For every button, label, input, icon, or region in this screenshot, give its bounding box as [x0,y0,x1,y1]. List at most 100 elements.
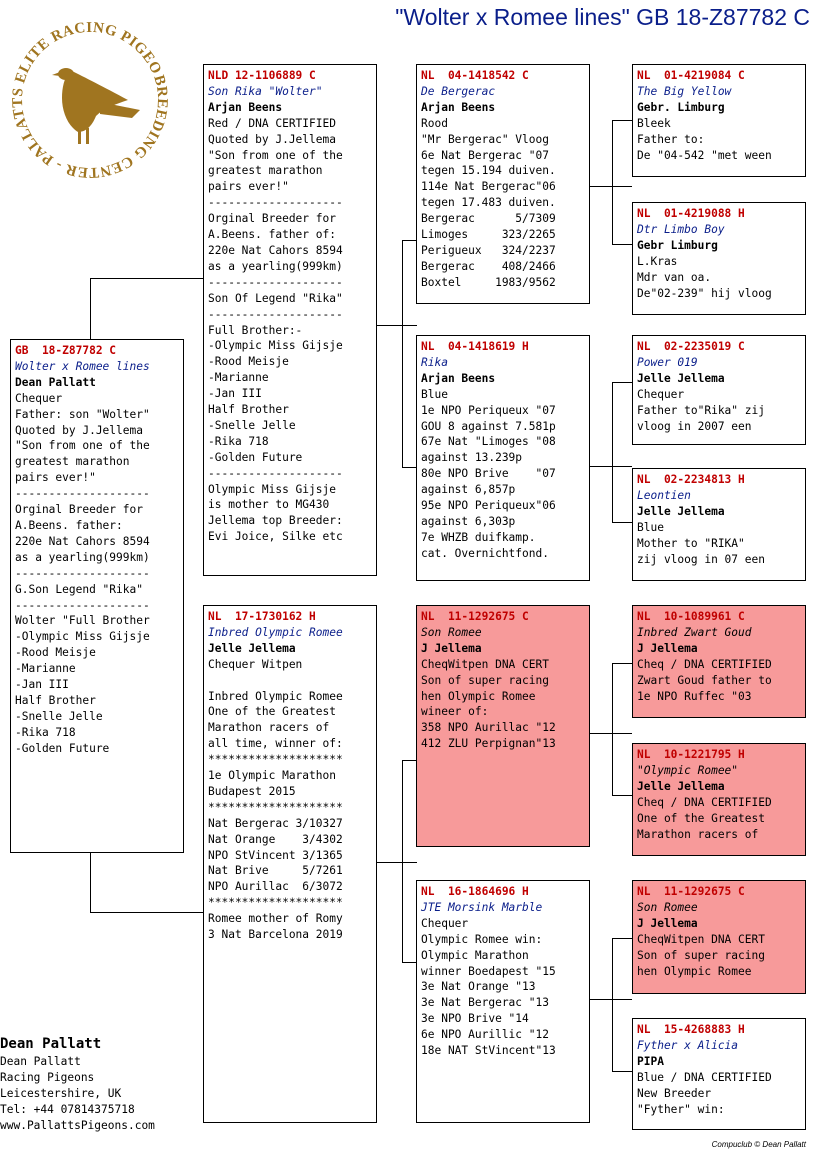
info-line: ******************** [208,753,343,767]
info-line: Cheq / DNA CERTIFIED [637,795,772,809]
info-line: 3e Nat Bergerac "13 [421,996,549,1010]
ring-number: NL 01-4219088 H [637,207,745,220]
breeder-name: Dean Pallatt [0,1036,102,1052]
ring-number: GB 18-Z87782 C [15,344,117,357]
info-line: winner Boedapest "15 [421,964,556,978]
connector [612,938,613,1072]
info-line: NPO Aurillac 6/3072 [208,880,343,894]
connector [612,382,613,523]
info-line: 358 NPO Aurillac "12 [421,721,556,735]
connector [589,186,632,187]
connector [612,382,632,383]
info-line: -Marianne [15,662,76,676]
info-line: Mother to "RIKA" [637,536,745,550]
connector [612,938,632,939]
info-line: pairs ever!" [15,471,96,485]
info-line: 6e NPO Aurillic "12 [421,1028,549,1042]
info-line: 95e NPO Periqueux"06 [421,499,556,513]
pigeon-card-dam-sire[interactable]: NL 11-1292675 C Son Romee J Jellema CheqWit… [416,605,590,847]
owner-name: J Jellema [637,916,698,930]
pigeon-name: Son Rika "Wolter" [208,84,323,98]
info-line: Half Brother [15,693,96,707]
owner-name: Dean Pallatt [15,375,96,389]
info-line: vloog in 2007 een [637,419,752,433]
pigeon-card-dam-dam-dam[interactable]: NL 15-4268883 H Fyther x Alicia PIPA Blue /… [632,1018,806,1130]
info-line: Quoted by J.Jellema [208,132,336,146]
info-line: -Rika 718 [15,725,76,739]
pigeon-icon [52,68,140,144]
info-line [208,673,372,689]
pigeon-card-dam[interactable]: NL 17-1730162 H Inbred Olympic Romee Jelle… [203,605,377,1123]
connector [589,733,632,734]
info-line: G.Son Legend "Rika" [15,582,143,596]
info-line: -Olympic Miss Gijsje [15,630,150,644]
pigeon-card-sire-dam-sire[interactable]: NL 02-2235019 C Power 019 Jelle Jellema Che… [632,335,806,445]
pigeon-name: Inbred Zwart Goud [637,625,752,639]
info-line: Marathon racers of [208,721,330,735]
connector [402,760,417,761]
info-line: -Rood Meisje [208,355,289,369]
info-line: Chequer [421,916,469,930]
pigeon-card-sire-sire-sire[interactable]: NL 01-4219084 C The Big Yellow Gebr. Limbu… [632,64,806,177]
info-line: Marathon racers of [637,827,759,841]
info-line: -------------------- [208,196,343,210]
owner-name: Arjan Beens [208,100,283,114]
info-line: "Mr Bergerac" Vloog [421,132,549,146]
connector [612,522,632,523]
pigeon-card-dam-dam-sire[interactable]: NL 11-1292675 C Son Romee J Jellema CheqWit… [632,880,806,994]
info-line: Cheq / DNA CERTIFIED [637,657,772,671]
page-title: "Wolter x Romee lines" GB 18-Z87782 C [395,4,810,30]
info-line: 3e Nat Orange "13 [421,980,536,994]
info-line: One of the Greatest [208,705,336,719]
pigeon-card-sire-sire[interactable]: NL 04-1418542 C De Bergerac Arjan Beens Roo… [416,64,590,304]
info-line: zij vloog in 07 een [637,552,765,566]
pigeon-card-dam-dam[interactable]: NL 16-1864696 H JTE Morsink Marble Chequer… [416,880,590,1123]
info-line: -------------------- [208,466,343,480]
info-line: New Breeder [637,1086,712,1100]
ring-number: NL 10-1221795 H [637,748,745,761]
pigeon-card-sire[interactable]: NLD 12-1106889 C Son Rika "Wolter" Arjan B… [203,64,377,576]
connector [90,278,91,340]
info-line: 114e Nat Bergerac"06 [421,180,556,194]
connector [90,278,204,279]
info-line: -Golden Future [15,741,110,755]
pigeon-card-sire-dam-dam[interactable]: NL 02-2234813 H Leontien Jelle Jellema Blue… [632,468,806,581]
info-line: Full Brother:- [208,323,303,337]
info-line: is mother to MG430 [208,498,330,512]
info-line: as a yearling(999km) [15,550,150,564]
pigeon-card-sire-dam[interactable]: NL 04-1418619 H Rika Arjan Beens Blue 1e NPO… [416,335,590,581]
info-line: Nat Brive 5/7261 [208,864,343,878]
contact-website-link[interactable]: www.PallattsPigeons.com [0,1118,155,1134]
pigeon-card-dam-sire-dam[interactable]: NL 10-1221795 H "Olympic Romee" Jelle Jell… [632,743,806,856]
info-line: Olympic Romee win: [421,932,543,946]
owner-name: Gebr. Limburg [637,100,725,114]
info-line: pairs ever!" [208,180,289,194]
info-line: Orginal Breeder for [208,212,336,226]
info-line: Son of super racing [421,673,549,687]
pigeon-card-sire-sire-dam[interactable]: NL 01-4219088 H Dtr Limbo Boy Gebr Limburg… [632,202,806,315]
info-line: "Son from one of the [15,439,150,453]
connector [402,240,403,468]
info-line: NPO StVincent 3/1365 [208,848,343,862]
pigeon-card-subject[interactable]: GB 18-Z87782 C Wolter x Romee lines Dean P… [10,339,184,853]
pigeon-name: De Bergerac [421,84,496,98]
connector [376,325,417,326]
connector [90,852,91,913]
info-line: 1e NPO Periqueux "07 [421,403,556,417]
info-line: -Olympic Miss Gijsje [208,339,343,353]
ring-number: NL 04-1418542 C [421,69,529,82]
info-line: Half Brother [208,403,289,417]
info-line: "Son from one of the [208,148,343,162]
info-line: Budapest 2015 [208,784,296,798]
contact-line: Racing Pigeons [0,1070,95,1084]
ring-number: NL 15-4268883 H [637,1023,745,1036]
pigeon-name: Fyther x Alicia [637,1038,739,1052]
owner-name: J Jellema [421,641,482,655]
info-line: 80e NPO Brive "07 [421,467,556,481]
connector [612,120,632,121]
info-line: -Snelle Jelle [208,418,296,432]
info-line: -Golden Future [208,450,303,464]
info-line: all time, winner of: [208,737,343,751]
pigeon-card-dam-sire-sire[interactable]: NL 10-1089961 C Inbred Zwart Goud J Jellem… [632,605,806,718]
info-line: Boxtel 1983/9562 [421,275,556,289]
